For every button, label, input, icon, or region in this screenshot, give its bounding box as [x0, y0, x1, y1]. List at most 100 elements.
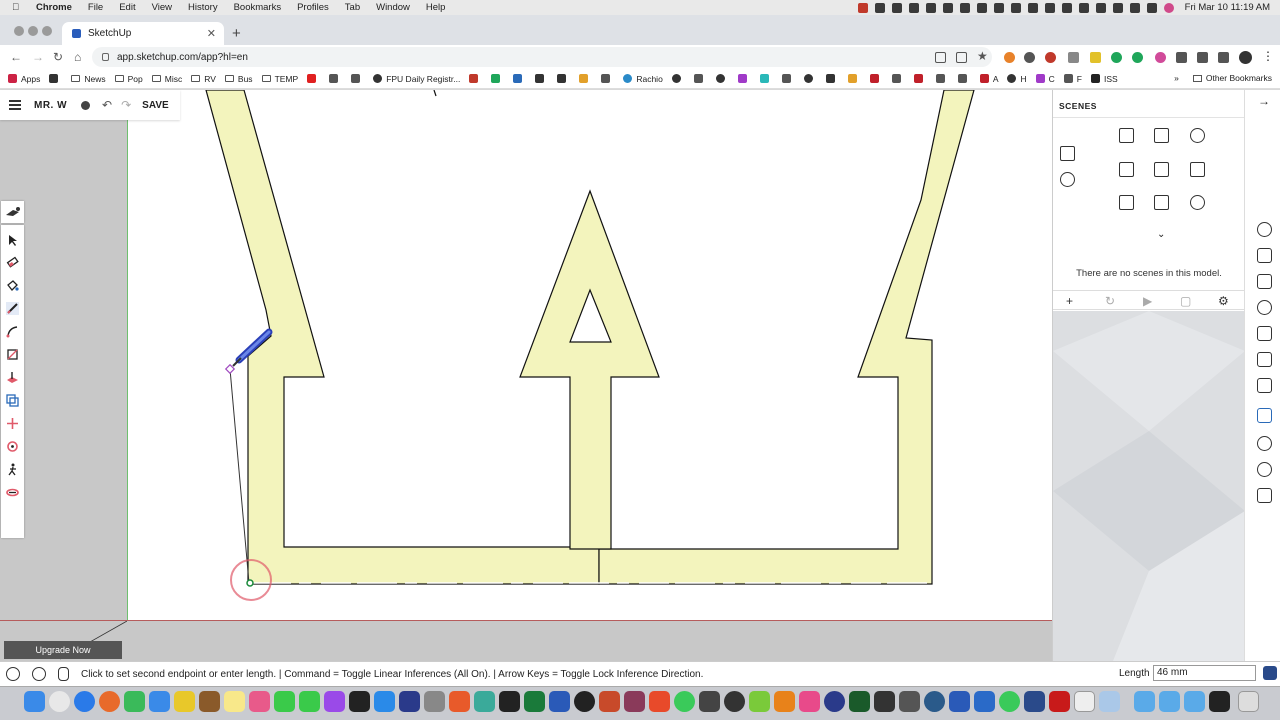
bookmark-amazon[interactable]: [825, 74, 839, 83]
app-icon[interactable]: [624, 691, 645, 712]
rotate-tool-icon[interactable]: [6, 440, 19, 453]
record-icon[interactable]: [857, 2, 868, 13]
settings-gear-icon[interactable]: ⚙: [1218, 294, 1229, 308]
extension-icon[interactable]: [1024, 52, 1035, 63]
app-icon[interactable]: [424, 691, 445, 712]
status-icon[interactable]: [1044, 2, 1055, 13]
share-icon[interactable]: [935, 52, 946, 63]
menubar-clock[interactable]: Fri Mar 10 11:19 AM: [1185, 2, 1270, 13]
bookmark-site[interactable]: [891, 74, 905, 83]
sketchup-logo-icon[interactable]: [1263, 666, 1277, 680]
app-icon[interactable]: [824, 691, 845, 712]
bookmark-site[interactable]: [601, 74, 614, 83]
rectangle-tool-icon[interactable]: [6, 348, 19, 361]
forward-icon[interactable]: →: [32, 50, 44, 64]
bookmark-temp[interactable]: TEMP: [261, 74, 298, 84]
bookmark-site[interactable]: [781, 74, 795, 83]
bookmark-rv[interactable]: RV: [191, 74, 216, 84]
folder-icon[interactable]: [1134, 691, 1155, 712]
bookmark-site[interactable]: [671, 74, 685, 83]
chevron-down-icon[interactable]: ⌄: [1157, 229, 1165, 240]
bookmark-amazon[interactable]: [557, 74, 570, 83]
app-icon[interactable]: [1074, 691, 1095, 712]
close-tab-icon[interactable]: ✕: [207, 27, 216, 40]
app-icon[interactable]: [849, 691, 870, 712]
model-canvas[interactable]: [128, 90, 1052, 620]
status-icon[interactable]: [942, 2, 953, 13]
window-close-button[interactable]: [14, 26, 24, 36]
sketchup-dock-icon[interactable]: [1024, 691, 1045, 712]
install-icon[interactable]: [956, 52, 967, 63]
app-icon[interactable]: [874, 691, 895, 712]
app-icon[interactable]: [199, 691, 220, 712]
time-machine-icon[interactable]: [1095, 2, 1106, 13]
extension-icon[interactable]: [1045, 52, 1056, 63]
offset-tool-icon[interactable]: [6, 394, 19, 407]
save-button[interactable]: SAVE: [142, 100, 169, 111]
update-scene-icon[interactable]: ↻: [1105, 294, 1115, 308]
back-icon[interactable]: ←: [10, 50, 22, 64]
drawing-viewport[interactable]: [127, 90, 1052, 620]
facetime-icon[interactable]: [299, 691, 320, 712]
bookmark-site[interactable]: [469, 74, 482, 83]
status-icon[interactable]: [925, 2, 936, 13]
bookmark-bus[interactable]: Bus: [224, 74, 253, 84]
entity-info-icon[interactable]: [1257, 222, 1272, 237]
bookmark-site[interactable]: [913, 74, 927, 83]
menu-window[interactable]: Window: [376, 2, 410, 13]
instructor-icon[interactable]: [1257, 274, 1272, 289]
iso-view-icon[interactable]: [1119, 128, 1134, 143]
safari-icon[interactable]: [74, 691, 95, 712]
bookmark-site[interactable]: [491, 74, 504, 83]
new-tab-button[interactable]: +: [232, 25, 241, 42]
user-icon[interactable]: [81, 100, 91, 110]
select-tool-icon[interactable]: [6, 234, 19, 247]
bookmark-site[interactable]: [535, 74, 548, 83]
app-icon[interactable]: [399, 691, 420, 712]
download-icon[interactable]: [1197, 52, 1208, 63]
length-input[interactable]: 46 mm: [1153, 665, 1256, 681]
bookmark-site[interactable]: [513, 74, 526, 83]
home-icon[interactable]: ⌂: [74, 50, 81, 64]
bookmark-c[interactable]: C: [1035, 74, 1055, 84]
add-scene-icon[interactable]: +: [1066, 294, 1073, 308]
mouse-icon[interactable]: [58, 667, 69, 681]
iso-view-icon[interactable]: [1060, 172, 1075, 187]
vlc-icon[interactable]: [774, 691, 795, 712]
trash-icon[interactable]: [1238, 691, 1259, 712]
menu-history[interactable]: History: [188, 2, 218, 13]
eraser-tool-icon[interactable]: [6, 256, 19, 269]
other-bookmarks[interactable]: » Other Bookmarks: [1174, 73, 1272, 83]
bookmark-apps[interactable]: Apps: [8, 74, 40, 84]
scene-view-icon[interactable]: [1060, 146, 1075, 161]
apple-icon[interactable]: : [12, 2, 26, 13]
hamburger-menu-icon[interactable]: [9, 98, 21, 113]
star-icon[interactable]: ★: [977, 49, 988, 63]
bookmark-site[interactable]: [715, 74, 729, 83]
upgrade-now-button[interactable]: Upgrade Now: [4, 641, 122, 659]
bookmark-site[interactable]: [329, 74, 342, 83]
push-pull-tool-icon[interactable]: [6, 371, 19, 384]
folder-icon[interactable]: [1184, 691, 1205, 712]
lightroom-icon[interactable]: [499, 691, 520, 712]
photos-icon[interactable]: [249, 691, 270, 712]
status-icon[interactable]: [1027, 2, 1038, 13]
sidepanel-icon[interactable]: [1218, 52, 1229, 63]
excel-icon[interactable]: [524, 691, 545, 712]
app-icon[interactable]: [974, 691, 995, 712]
materials-icon[interactable]: [1257, 300, 1272, 315]
folder-icon[interactable]: [1159, 691, 1180, 712]
menu-tab[interactable]: Tab: [345, 2, 360, 13]
center-arrow-face[interactable]: [519, 189, 660, 550]
bookmark-rachio[interactable]: Rachio: [623, 74, 663, 84]
acrobat-icon[interactable]: [1049, 691, 1070, 712]
bookmark-misc[interactable]: Misc: [151, 74, 182, 84]
window-zoom-button[interactable]: [42, 26, 52, 36]
app-icon[interactable]: [799, 691, 820, 712]
help-icon[interactable]: [6, 667, 20, 681]
bookmark-youtube[interactable]: [307, 74, 320, 83]
bookmark-home[interactable]: [49, 74, 62, 83]
dropbox-icon[interactable]: [891, 2, 902, 13]
app-icon[interactable]: [1209, 691, 1230, 712]
app-icon[interactable]: [574, 691, 595, 712]
